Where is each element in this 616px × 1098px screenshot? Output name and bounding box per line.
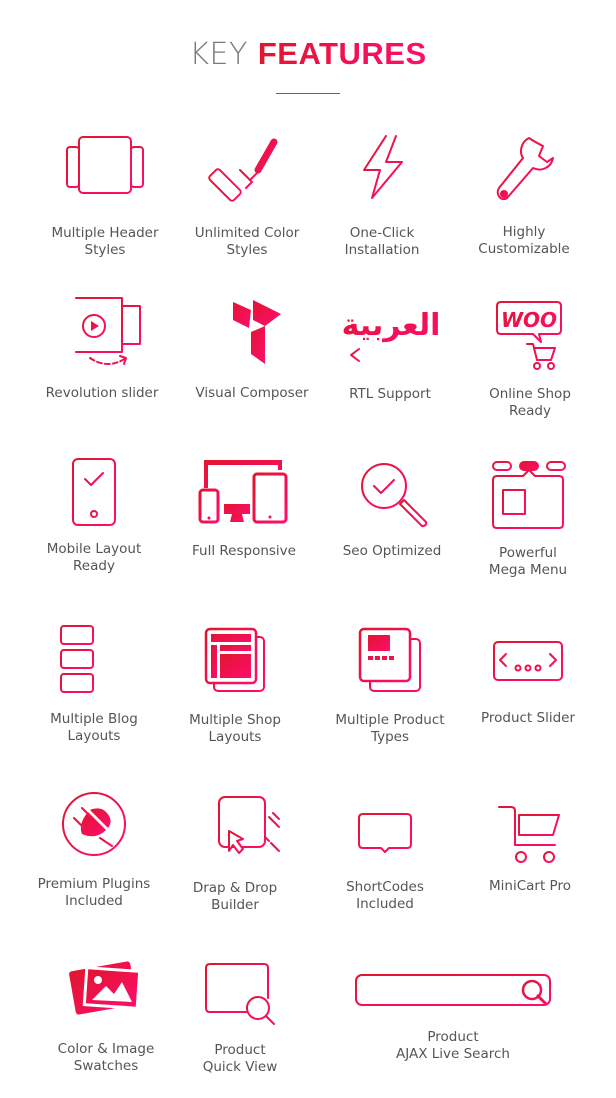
blog-list-icon — [60, 625, 128, 693]
feature-multiple-blog-layouts: Multiple Blog Layouts — [44, 624, 144, 744]
feature-visual-composer: Visual Composer — [195, 298, 309, 401]
feature-label: Online Shop Ready — [489, 386, 571, 419]
plugin-icon — [62, 792, 126, 856]
ajax-search-icon — [355, 974, 551, 1006]
mega-menu-icon — [492, 461, 566, 529]
responsive-devices-icon — [198, 460, 288, 524]
feature-label: Visual Composer — [195, 385, 309, 401]
feature-label: MiniCart Pro — [489, 878, 571, 894]
revolution-slider-icon — [75, 297, 141, 365]
feature-label: One-Click Installation — [344, 225, 420, 258]
feature-unlimited-color-styles: Unlimited Color Styles — [195, 132, 299, 258]
feature-one-click-installation: One-Click Installation — [332, 132, 432, 258]
header-layout-icon — [66, 136, 144, 194]
woo-cart-icon: WOO — [496, 301, 562, 370]
feature-powerful-mega-menu: Powerful Mega Menu — [478, 460, 578, 578]
paint-roller-icon — [208, 138, 278, 202]
feature-product-slider: Product Slider — [478, 640, 578, 726]
feature-multiple-shop-layouts: Multiple Shop Layouts — [185, 627, 285, 745]
feature-drag-drop-builder: Drap & Drop Builder — [185, 795, 285, 913]
title-light: KEY — [189, 37, 248, 72]
feature-label: Highly Customizable — [478, 224, 570, 257]
feature-highly-customizable: Highly Customizable — [474, 132, 574, 257]
feature-shortcodes-included: ShortCodes Included — [335, 812, 435, 912]
feature-minicart-pro: MiniCart Pro — [480, 805, 580, 894]
feature-multiple-header-styles: Multiple Header Styles — [51, 135, 159, 258]
feature-label: Multiple Product Types — [335, 712, 445, 745]
feature-full-responsive: Full Responsive — [192, 460, 296, 559]
feature-label: Mobile Layout Ready — [46, 541, 142, 574]
feature-label: Product AJAX Live Search — [396, 1029, 510, 1062]
feature-seo-optimized: Seo Optimized — [342, 460, 442, 559]
product-types-icon — [358, 627, 421, 692]
feature-color-image-swatches: Color & Image Swatches — [56, 958, 156, 1074]
drag-drop-icon — [218, 796, 280, 854]
seo-magnifier-icon — [361, 463, 428, 527]
feature-product-quick-view: Product Quick View — [190, 962, 290, 1075]
feature-rtl-support: العربية RTL Support — [340, 305, 441, 402]
feature-label: Full Responsive — [192, 543, 296, 559]
feature-label: Multiple Blog Layouts — [50, 711, 138, 744]
feature-label: Multiple Header Styles — [51, 225, 159, 258]
feature-ajax-live-search: Product AJAX Live Search — [354, 973, 552, 1062]
shortcode-icon — [358, 813, 412, 859]
mobile-check-icon — [72, 458, 116, 526]
product-slider-icon — [493, 641, 563, 681]
feature-label: RTL Support — [349, 386, 431, 402]
title-divider — [276, 93, 340, 94]
feature-label: Product Slider — [480, 710, 576, 726]
feature-label: Powerful Mega Menu — [488, 545, 568, 578]
page-title: KEY FEATURES — [0, 36, 616, 73]
feature-label: Revolution slider — [45, 385, 159, 401]
svg-text:WOO: WOO — [501, 308, 557, 332]
feature-revolution-slider: Revolution slider — [46, 296, 158, 401]
shop-layout-icon — [204, 627, 265, 692]
wrench-icon — [496, 137, 554, 200]
feature-label: Multiple Shop Layouts — [189, 712, 281, 745]
rtl-arabic-icon: العربية — [342, 308, 440, 362]
svg-text:العربية: العربية — [342, 308, 441, 343]
title-bold: FEATURES — [257, 36, 427, 71]
feature-multiple-product-types: Multiple Product Types — [335, 627, 445, 745]
shopping-cart-icon — [498, 806, 560, 863]
feature-label: Premium Plugins Included — [37, 876, 151, 909]
feature-online-shop-ready: WOO Online Shop Ready — [480, 300, 580, 419]
feature-label: Product Quick View — [202, 1042, 278, 1075]
feature-premium-plugins: Premium Plugins Included — [38, 790, 150, 909]
quick-view-icon — [205, 963, 275, 1025]
visual-composer-icon — [233, 300, 281, 364]
image-swatches-icon — [69, 961, 142, 1015]
lightning-bolt-icon — [363, 135, 403, 199]
feature-label: Drap & Drop Builder — [192, 880, 278, 913]
feature-mobile-layout-ready: Mobile Layout Ready — [44, 457, 144, 574]
feature-label: ShortCodes Included — [346, 879, 424, 912]
